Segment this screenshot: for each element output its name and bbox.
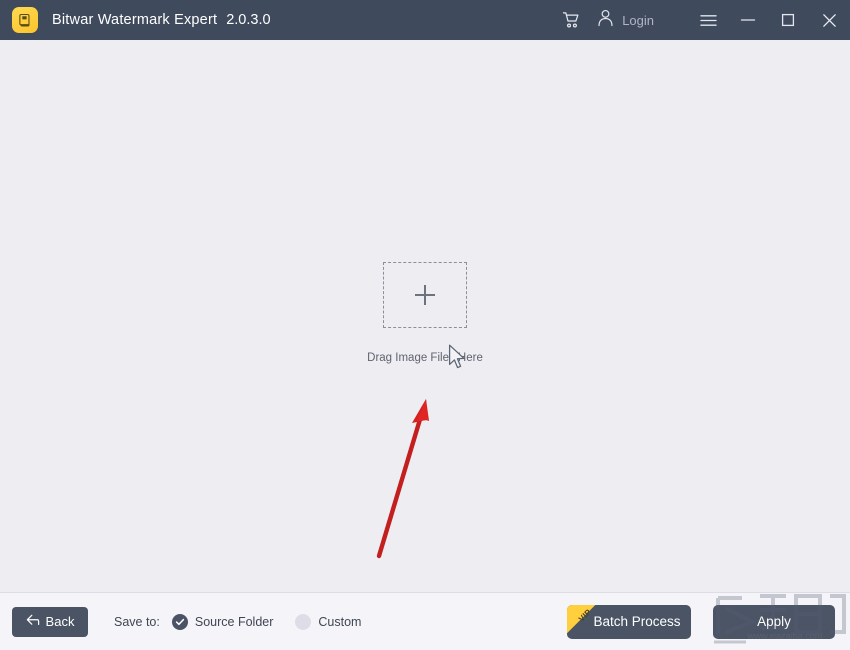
titlebar-controls: Login bbox=[552, 0, 850, 40]
app-title: Bitwar Watermark Expert bbox=[52, 12, 218, 28]
user-account-icon bbox=[596, 8, 615, 32]
save-to-group: Save to: Source Folder Custom bbox=[114, 613, 383, 630]
title-bar: Bitwar Watermark Expert 2.0.3.0 Login bbox=[0, 0, 850, 40]
minimize-icon[interactable] bbox=[728, 0, 768, 40]
radio-option-source-folder[interactable]: Source Folder bbox=[171, 613, 274, 630]
bottom-action-buttons: VIP Batch Process Apply bbox=[567, 604, 835, 639]
login-label: Login bbox=[622, 12, 654, 28]
login-button[interactable]: Login bbox=[590, 0, 662, 40]
back-arrow-icon bbox=[26, 614, 40, 629]
close-icon[interactable] bbox=[808, 0, 850, 40]
apply-button[interactable]: Apply bbox=[713, 604, 835, 639]
maximize-icon[interactable] bbox=[768, 0, 808, 40]
shopping-cart-icon[interactable] bbox=[552, 0, 590, 40]
add-files-dropzone[interactable] bbox=[383, 262, 467, 328]
plus-icon bbox=[415, 285, 435, 305]
application-window: Bitwar Watermark Expert 2.0.3.0 Login Dr… bbox=[0, 0, 850, 650]
app-version: 2.0.3.0 bbox=[226, 12, 271, 28]
main-content-area: Drag Image Files Here bbox=[0, 40, 850, 592]
apply-button-label: Apply bbox=[757, 614, 791, 629]
radio-indicator-unchecked bbox=[295, 613, 312, 630]
back-button-label: Back bbox=[45, 614, 75, 629]
batch-process-label: Batch Process bbox=[593, 614, 681, 629]
radio-option-custom[interactable]: Custom bbox=[295, 613, 362, 630]
bottom-toolbar: Back Save to: Source Folder Custom VIP B… bbox=[0, 592, 850, 650]
hamburger-menu-icon[interactable] bbox=[688, 0, 728, 40]
dropzone-label: Drag Image Files Here bbox=[367, 352, 483, 364]
radio-label-source-folder: Source Folder bbox=[194, 614, 274, 629]
red-arrow-annotation bbox=[365, 390, 445, 575]
radio-label-custom: Custom bbox=[318, 614, 362, 629]
back-button[interactable]: Back bbox=[12, 606, 88, 637]
dropzone-container: Drag Image Files Here bbox=[0, 262, 850, 364]
radio-indicator-checked bbox=[171, 613, 188, 630]
batch-process-button[interactable]: VIP Batch Process bbox=[567, 604, 691, 639]
save-to-label: Save to: bbox=[114, 614, 160, 629]
app-logo-icon bbox=[12, 7, 38, 33]
